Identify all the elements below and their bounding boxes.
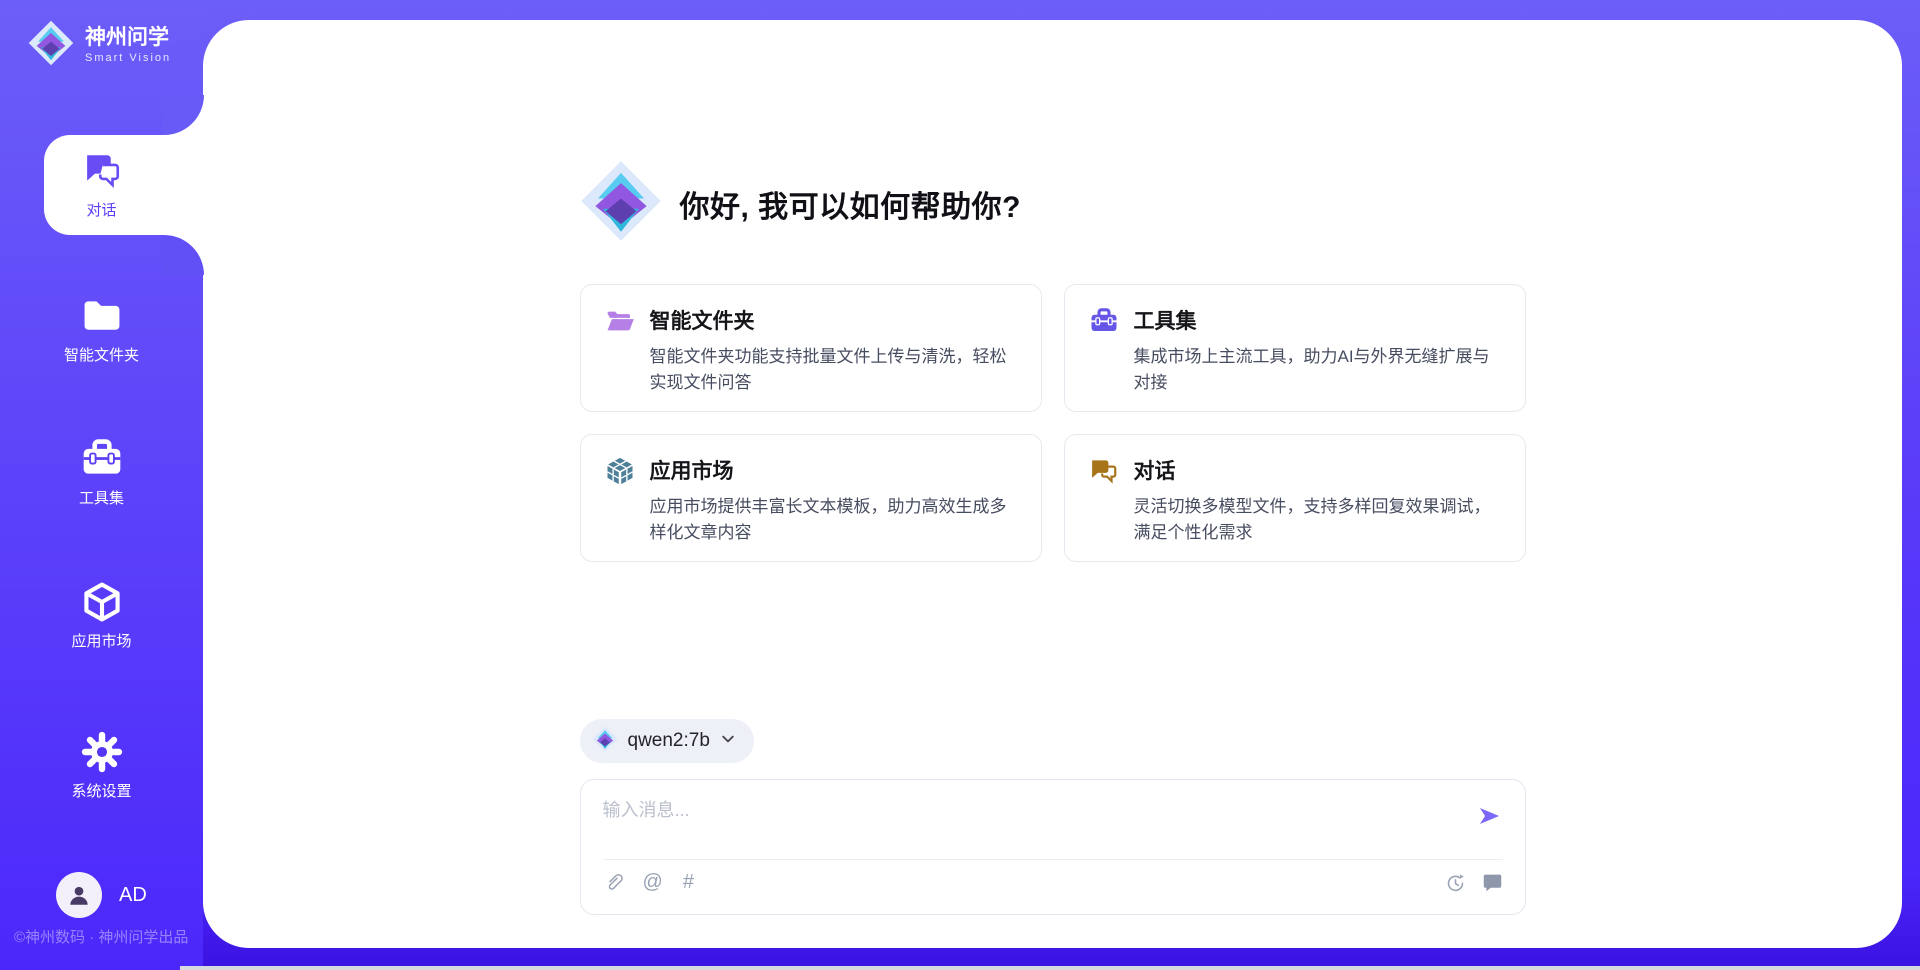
main-panel: 你好, 我可以如何帮助你? 智能文件夹 智能文件夹功能支持批量文件上传与清洗，轻… <box>203 20 1902 948</box>
tab-curve-top <box>162 95 204 135</box>
card-chat[interactable]: 对话 灵活切换多模型文件，支持多样回复效果调试，满足个性化需求 <box>1064 434 1526 562</box>
model-selector[interactable]: qwen2:7b <box>580 719 754 763</box>
card-desc: 智能文件夹功能支持批量文件上传与清洗，轻松实现文件问答 <box>650 344 1017 395</box>
main-content: 你好, 我可以如何帮助你? 智能文件夹 智能文件夹功能支持批量文件上传与清洗，轻… <box>580 20 1526 915</box>
topic-icon[interactable]: # <box>683 872 694 892</box>
folder-icon <box>0 293 203 339</box>
window-bottom-edge <box>180 966 1920 970</box>
user-profile[interactable]: AD <box>56 872 147 918</box>
sidebar-footer: ©神州数码 · 神州问学出品 <box>14 926 188 947</box>
card-title: 应用市场 <box>650 455 1017 485</box>
sidebar-item-label: 应用市场 <box>0 630 203 651</box>
sidebar-item-label: 工具集 <box>0 487 203 508</box>
brand-diamond-icon <box>592 726 618 757</box>
greeting-title: 你好, 我可以如何帮助你? <box>680 182 1022 226</box>
brand-diamond-icon <box>28 20 74 71</box>
chevron-down-icon <box>720 731 736 752</box>
card-toolset[interactable]: 工具集 集成市场上主流工具，助力AI与外界无缝扩展与对接 <box>1064 284 1526 412</box>
greeting-block: 你好, 我可以如何帮助你? <box>580 160 1526 247</box>
chat-icon <box>1089 455 1119 541</box>
card-desc: 应用市场提供丰富长文本模板，助力高效生成多样化文章内容 <box>650 494 1017 545</box>
mention-icon[interactable]: @ <box>643 872 663 892</box>
send-icon[interactable] <box>1477 804 1501 828</box>
sidebar-item-label: 对话 <box>0 199 203 220</box>
brand: 神州问学 Smart Vision <box>28 20 171 71</box>
card-app-market[interactable]: 应用市场 应用市场提供丰富长文本模板，助力高效生成多样化文章内容 <box>580 434 1042 562</box>
user-name: AD <box>119 884 147 907</box>
brand-diamond-icon <box>580 160 662 247</box>
card-title: 智能文件夹 <box>650 305 1017 335</box>
folder-open-icon <box>605 305 635 391</box>
message-input[interactable] <box>603 796 1467 859</box>
card-title: 对话 <box>1134 455 1501 485</box>
brand-name: 神州问学 <box>85 26 171 50</box>
sidebar: 神州问学 Smart Vision 对话 智能文件夹 工 <box>0 0 203 970</box>
message-composer: @ # <box>580 779 1526 915</box>
sidebar-item-app-market[interactable]: 应用市场 <box>0 579 203 651</box>
card-title: 工具集 <box>1134 305 1501 335</box>
attachment-icon[interactable] <box>603 871 623 893</box>
toolbox-icon <box>1089 305 1119 391</box>
chat-bubble-icon[interactable] <box>1482 872 1503 893</box>
gear-icon <box>0 729 203 775</box>
card-desc: 集成市场上主流工具，助力AI与外界无缝扩展与对接 <box>1134 344 1501 395</box>
cube-grid-icon <box>605 455 635 541</box>
feature-cards: 智能文件夹 智能文件夹功能支持批量文件上传与清洗，轻松实现文件问答 工具集 <box>580 284 1526 562</box>
brand-subtitle: Smart Vision <box>85 52 171 65</box>
card-desc: 灵活切换多模型文件，支持多样回复效果调试，满足个性化需求 <box>1134 494 1501 545</box>
sidebar-item-label: 智能文件夹 <box>0 344 203 365</box>
tab-curve-bottom <box>162 235 204 275</box>
card-smart-folder[interactable]: 智能文件夹 智能文件夹功能支持批量文件上传与清洗，轻松实现文件问答 <box>580 284 1042 412</box>
model-name: qwen2:7b <box>628 730 710 752</box>
sidebar-item-chat[interactable]: 对话 <box>0 148 203 220</box>
sidebar-item-toolset[interactable]: 工具集 <box>0 436 203 508</box>
sidebar-item-label: 系统设置 <box>0 780 203 801</box>
chat-icon <box>0 148 203 194</box>
avatar <box>56 872 102 918</box>
cube-icon <box>0 579 203 625</box>
sidebar-item-settings[interactable]: 系统设置 <box>0 729 203 801</box>
history-icon[interactable] <box>1445 872 1466 893</box>
sidebar-item-smart-folder[interactable]: 智能文件夹 <box>0 293 203 365</box>
toolbox-icon <box>0 436 203 482</box>
